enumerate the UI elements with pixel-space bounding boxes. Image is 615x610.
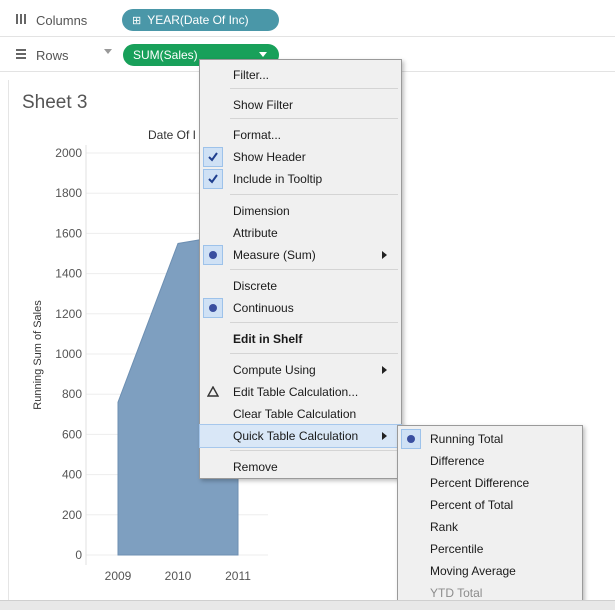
x-tick-label: 2010 [165, 569, 192, 583]
submenu-item-percent-difference[interactable]: Percent Difference [398, 472, 582, 494]
quick-table-calculation-submenu: Running Total Difference Percent Differenc… [397, 425, 583, 609]
menu-item-clear-table-calculation[interactable]: Clear Table Calculation [200, 403, 401, 425]
menu-item-quick-table-calculation[interactable]: Quick Table Calculation [199, 424, 402, 448]
menu-item-attribute[interactable]: Attribute [200, 222, 401, 244]
y-tick-label: 200 [62, 508, 82, 522]
y-tick-label: 800 [62, 387, 82, 401]
menu-separator [230, 194, 398, 195]
menu-item-label: Attribute [233, 226, 278, 240]
chart-title: Date Of I [148, 128, 196, 142]
submenu-item-label: YTD Total [430, 586, 483, 600]
menu-item-label: Dimension [233, 204, 290, 218]
menu-item-label: Clear Table Calculation [233, 407, 357, 421]
menu-separator [230, 353, 398, 354]
y-axis-label: Running Sum of Sales [32, 300, 44, 410]
menu-separator [230, 450, 398, 451]
radio-selected-icon [203, 298, 223, 318]
menu-item-label: Discrete [233, 279, 278, 293]
y-tick-label: 0 [75, 548, 82, 562]
menu-item-discrete[interactable]: Discrete [200, 275, 401, 297]
menu-item-remove[interactable]: Remove [200, 456, 401, 478]
y-tick-label: 1200 [55, 307, 82, 321]
menu-item-label: Remove [233, 460, 278, 474]
radio-selected-icon [203, 245, 223, 265]
submenu-item-label: Percentile [430, 542, 484, 556]
menu-item-label: Edit in Shelf [233, 332, 303, 346]
field-context-menu: Filter... Show Filter Format... Show Header… [199, 59, 402, 479]
y-tick-label: 1800 [55, 186, 82, 200]
x-axis-ticks: 2009 2010 2011 [105, 569, 252, 583]
menu-item-measure-sum[interactable]: Measure (Sum) [200, 244, 401, 266]
y-tick-label: 1000 [55, 347, 82, 361]
menu-item-format[interactable]: Format... [200, 124, 401, 146]
submenu-arrow-icon [382, 366, 387, 374]
x-tick-label: 2011 [225, 569, 251, 583]
menu-item-label: Show Header [233, 150, 306, 164]
checkmark-icon [203, 169, 223, 189]
menu-item-label: Quick Table Calculation [233, 429, 359, 443]
y-tick-label: 600 [62, 427, 82, 441]
submenu-item-label: Percent of Total [430, 498, 514, 512]
submenu-arrow-icon [382, 432, 387, 440]
menu-item-label: Edit Table Calculation... [233, 385, 359, 399]
y-tick-label: 1600 [55, 226, 82, 240]
menu-item-label: Format... [233, 128, 282, 142]
menu-separator [230, 269, 398, 270]
menu-separator [230, 322, 398, 323]
menu-item-label: Measure (Sum) [233, 248, 316, 262]
submenu-item-label: Running Total [430, 432, 504, 446]
submenu-item-label: Difference [430, 454, 485, 468]
menu-item-include-in-tooltip[interactable]: Include in Tooltip [200, 168, 401, 190]
menu-item-label: Compute Using [233, 363, 316, 377]
x-tick-label: 2009 [105, 569, 132, 583]
menu-item-continuous[interactable]: Continuous [200, 297, 401, 319]
menu-item-label: Continuous [233, 301, 294, 315]
submenu-item-percentile[interactable]: Percentile [398, 538, 582, 560]
menu-item-dimension[interactable]: Dimension [200, 200, 401, 222]
menu-item-show-header[interactable]: Show Header [200, 146, 401, 168]
submenu-item-percent-of-total[interactable]: Percent of Total [398, 494, 582, 516]
radio-selected-icon [401, 429, 421, 449]
menu-separator [230, 88, 398, 89]
menu-item-show-filter[interactable]: Show Filter [200, 94, 401, 116]
menu-item-filter[interactable]: Filter... [200, 64, 401, 86]
submenu-item-moving-average[interactable]: Moving Average [398, 560, 582, 582]
y-tick-label: 400 [62, 468, 82, 482]
submenu-item-label: Rank [430, 520, 459, 534]
y-tick-label: 1400 [55, 267, 82, 281]
submenu-item-label: Percent Difference [430, 476, 530, 490]
menu-item-edit-in-shelf[interactable]: Edit in Shelf [200, 328, 401, 350]
y-axis-ticks: 2000180016001400120010008006004002000 [55, 146, 82, 562]
checkmark-icon [203, 147, 223, 167]
menu-item-label: Include in Tooltip [233, 172, 323, 186]
submenu-item-rank[interactable]: Rank [398, 516, 582, 538]
menu-item-label: Show Filter [233, 98, 294, 112]
menu-item-edit-table-calculation[interactable]: Edit Table Calculation... [200, 381, 401, 403]
delta-icon [207, 386, 219, 397]
y-tick-label: 2000 [55, 146, 82, 160]
menu-item-label: Filter... [233, 68, 270, 82]
menu-item-compute-using[interactable]: Compute Using [200, 359, 401, 381]
submenu-item-running-total[interactable]: Running Total [398, 428, 582, 450]
submenu-item-label: Moving Average [430, 564, 516, 578]
submenu-item-difference[interactable]: Difference [398, 450, 582, 472]
submenu-arrow-icon [382, 251, 387, 259]
menu-separator [230, 118, 398, 119]
